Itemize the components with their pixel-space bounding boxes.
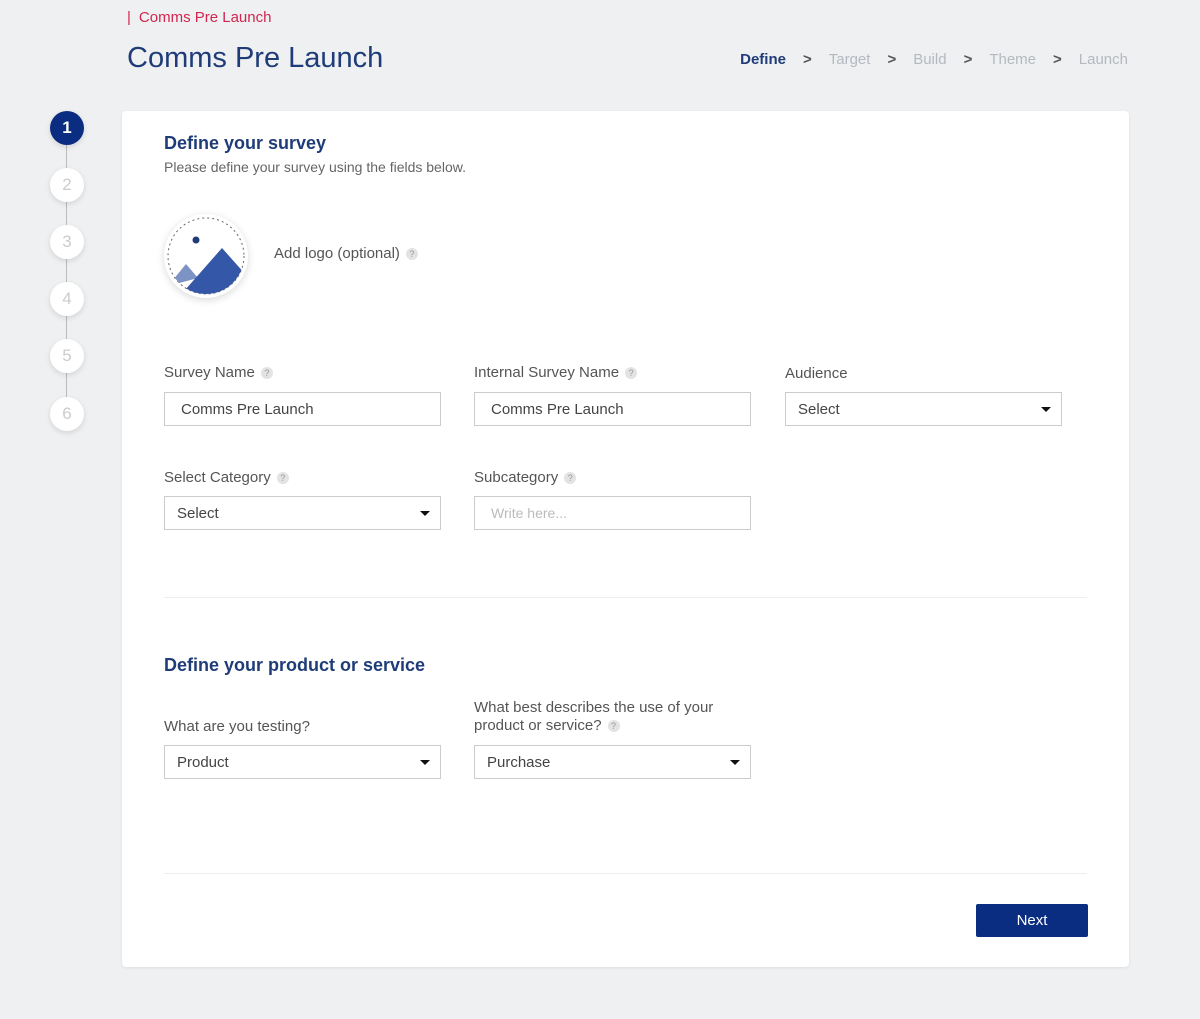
select-value: Select [798, 400, 840, 418]
breadcrumb[interactable]: | Comms Pre Launch [127, 9, 271, 26]
chevron-right-icon: > [1053, 51, 1062, 68]
caret-down-icon [730, 760, 740, 765]
help-icon[interactable]: ? [607, 720, 620, 733]
testing-select[interactable]: Product [164, 745, 441, 779]
step-1[interactable]: 1 [50, 111, 84, 145]
page-title: Comms Pre Launch [127, 42, 384, 74]
step-4[interactable]: 4 [50, 282, 84, 316]
internal-name-label: Internal Survey Name? [474, 364, 638, 382]
category-select[interactable]: Select [164, 496, 441, 530]
survey-name-input[interactable]: Comms Pre Launch [164, 392, 441, 426]
select-value: Product [177, 753, 229, 771]
add-logo-text: Add logo (optional) [274, 245, 400, 262]
label-text: Survey Name [164, 364, 255, 381]
testing-label: What are you testing? [164, 718, 310, 735]
section-title: Define your survey [164, 133, 327, 153]
caret-down-icon [420, 511, 430, 516]
audience-select[interactable]: Select [785, 392, 1062, 426]
survey-name-label: Survey Name? [164, 364, 273, 382]
label-text: Subcategory [474, 469, 559, 486]
audience-label: Audience [785, 365, 848, 382]
divider [164, 873, 1087, 874]
caret-down-icon [420, 760, 430, 765]
label-text: What best describes the use of your [474, 699, 714, 716]
use-select[interactable]: Purchase [474, 745, 751, 779]
chevron-right-icon: > [963, 51, 973, 68]
select-value: Select [177, 504, 219, 522]
label-text: Select Category [164, 469, 271, 486]
step-5[interactable]: 5 [50, 339, 84, 373]
help-icon[interactable]: ? [625, 367, 638, 380]
caret-down-icon [1041, 407, 1051, 412]
add-logo-label: Add logo (optional)? [274, 245, 418, 262]
divider [164, 597, 1087, 598]
select-value: Purchase [487, 753, 551, 771]
help-icon[interactable]: ? [276, 472, 289, 485]
nav-launch[interactable]: Launch [1079, 51, 1128, 68]
subcategory-input[interactable]: Write here... [474, 496, 751, 530]
use-label: What best describes the use of your produ… [474, 699, 713, 735]
logo-upload[interactable] [164, 214, 248, 298]
section-title: Define your product or service [164, 655, 426, 675]
step-3[interactable]: 3 [50, 225, 84, 259]
image-icon [167, 217, 245, 295]
wizard-nav: Define > Target > Build > Theme > Launch [740, 51, 1128, 68]
chevron-right-icon: > [887, 51, 897, 68]
nav-build[interactable]: Build [913, 51, 946, 68]
nav-define[interactable]: Define [740, 51, 786, 68]
breadcrumb-label: Comms Pre Launch [138, 9, 272, 26]
help-icon[interactable]: ? [260, 367, 273, 380]
nav-theme[interactable]: Theme [989, 51, 1036, 68]
next-button[interactable]: Next [976, 904, 1088, 937]
nav-target[interactable]: Target [829, 51, 871, 68]
help-icon[interactable]: ? [564, 472, 577, 485]
step-6[interactable]: 6 [50, 397, 84, 431]
subcategory-label: Subcategory? [474, 469, 577, 487]
section-subtitle: Please define your survey using the fiel… [164, 159, 466, 175]
category-label: Select Category? [164, 469, 289, 487]
chevron-right-icon: > [802, 51, 812, 68]
label-text: Internal Survey Name [474, 364, 620, 381]
label-text: product or service? [474, 717, 602, 734]
step-2[interactable]: 2 [50, 168, 84, 202]
help-icon[interactable]: ? [405, 248, 418, 261]
survey-card: Define your survey Please define your su… [122, 111, 1129, 967]
internal-name-input[interactable]: Comms Pre Launch [474, 392, 751, 426]
